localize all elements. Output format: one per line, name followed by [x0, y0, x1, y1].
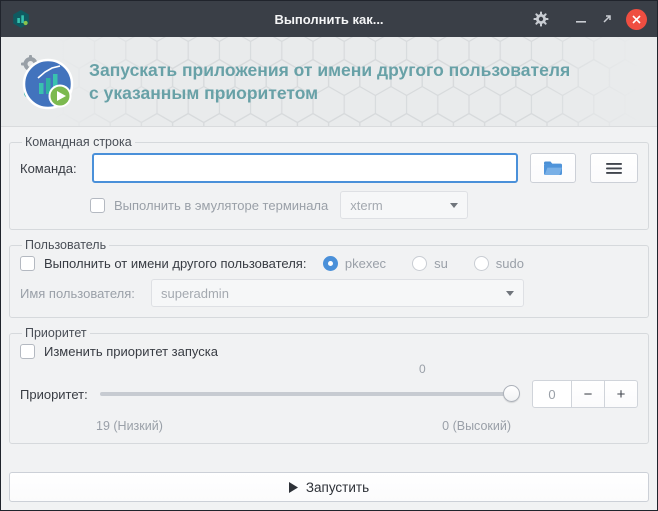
radio-pkexec-label: pkexec [344, 256, 387, 271]
slider-value-hint: 0 [419, 362, 426, 376]
command-group-legend: Командная строка [25, 135, 132, 149]
command-label: Команда: [20, 160, 77, 176]
radio-sudo: sudo [473, 256, 524, 271]
command-input[interactable] [92, 153, 518, 183]
chevron-down-icon [450, 202, 459, 208]
run-button[interactable]: Запустить [9, 472, 649, 502]
chevron-down-icon [506, 290, 514, 296]
priority-spinbox: 0 − + [532, 380, 638, 408]
terminal-checkbox[interactable]: Выполнить в эмуляторе терминала [90, 197, 329, 213]
radio-su: su [412, 256, 448, 271]
gear-icon[interactable] [528, 6, 554, 32]
slider-hint-row: 0 [20, 362, 638, 377]
run-as-checkbox-box[interactable] [20, 256, 35, 271]
menu-icon [606, 162, 622, 174]
spin-value: 0 [532, 380, 572, 408]
change-priority-checkbox[interactable]: Изменить приоритет запуска [20, 344, 218, 359]
command-row: Команда: [20, 153, 638, 183]
app-window: Выполнить как... Запускать приложения от… [0, 0, 658, 511]
titlebar[interactable]: Выполнить как... [1, 1, 657, 37]
change-priority-checkbox-box[interactable] [20, 344, 35, 359]
priority-slider-row: Приоритет: 0 − + [20, 379, 638, 409]
terminal-checkbox-label: Выполнить в эмуляторе терминала [114, 197, 329, 213]
priority-high-label: 0 (Высокий) [442, 419, 511, 433]
app-logo-icon [21, 54, 74, 109]
priority-scale: 19 (Низкий) 0 (Высокий) [20, 419, 638, 433]
radio-pkexec-control [322, 256, 338, 271]
run-button-label: Запустить [305, 479, 370, 495]
spin-plus-button: + [605, 380, 638, 408]
user-group-legend: Пользователь [25, 238, 107, 252]
command-group: Командная строка Команда: Выполнить в эм… [9, 135, 649, 230]
slider-handle [503, 385, 520, 402]
auth-radio-group: pkexec su sudo [322, 256, 524, 271]
change-priority-checkbox-label: Изменить приоритет запуска [44, 344, 218, 359]
page-title-line1: Запускать приложения от имени другого по… [89, 60, 571, 81]
priority-label: Приоритет: [20, 386, 88, 402]
terminal-emulator-select: xterm [340, 191, 469, 219]
radio-sudo-control [473, 256, 489, 271]
restore-icon[interactable] [594, 6, 620, 32]
close-icon[interactable] [626, 8, 647, 30]
spin-minus-button: − [572, 380, 605, 408]
terminal-checkbox-box[interactable] [90, 197, 105, 213]
radio-su-control [412, 256, 428, 271]
page-title-line2: с указанным приоритетом [89, 82, 319, 103]
main-content: Командная строка Команда: Выполнить в эм… [1, 127, 657, 510]
priority-group-legend: Приоритет [25, 326, 87, 340]
run-as-checkbox[interactable]: Выполнить от имени другого пользователя: [20, 256, 306, 271]
username-select: superadmin [151, 279, 524, 307]
minimize-icon[interactable] [568, 6, 594, 32]
radio-sudo-label: sudo [495, 256, 524, 271]
username-label: Имя пользователя: [20, 285, 135, 301]
run-as-checkbox-label: Выполнить от имени другого пользователя: [44, 256, 307, 271]
header-banner: Запускать приложения от имени другого по… [1, 37, 657, 127]
username-row: Имя пользователя: superadmin [20, 279, 638, 307]
change-priority-row: Изменить приоритет запуска [20, 344, 638, 359]
priority-low-label: 19 (Низкий) [96, 419, 163, 433]
user-group: Пользователь Выполнить от имени другого … [9, 238, 649, 318]
play-icon [288, 481, 298, 493]
browse-button[interactable] [530, 153, 576, 183]
app-icon [11, 9, 31, 29]
slider-track [100, 392, 520, 396]
terminal-row: Выполнить в эмуляторе терминала xterm [90, 191, 638, 219]
folder-icon [544, 161, 562, 175]
menu-button[interactable] [590, 153, 638, 183]
run-as-row: Выполнить от имени другого пользователя:… [20, 256, 638, 271]
terminal-emulator-value: xterm [350, 197, 383, 213]
priority-group: Приоритет Изменить приоритет запуска 0 П… [9, 326, 649, 444]
page-title: Запускать приложения от имени другого по… [89, 59, 570, 104]
radio-pkexec: pkexec [322, 256, 387, 271]
priority-slider [100, 379, 520, 409]
radio-su-label: su [434, 256, 448, 271]
username-value: superadmin [161, 285, 229, 301]
